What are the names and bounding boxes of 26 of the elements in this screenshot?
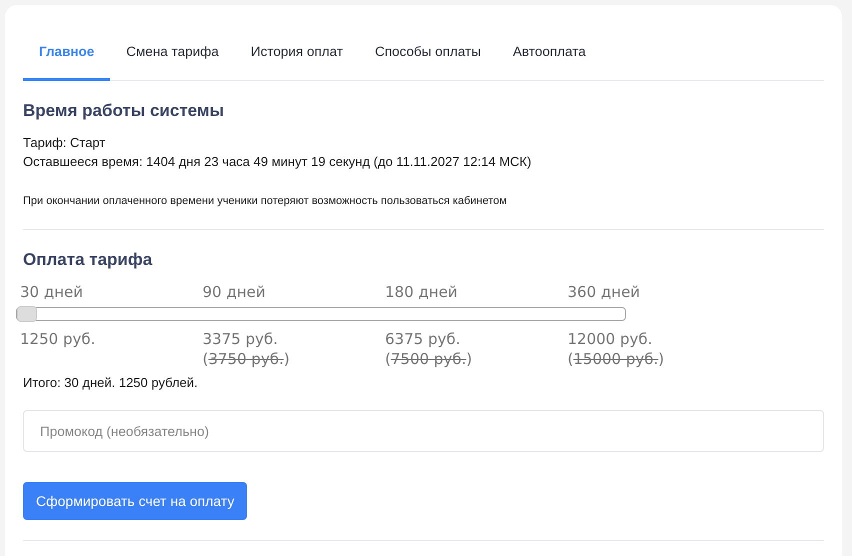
price-label: 12000 руб. <box>568 329 654 349</box>
period-label: 180 дней <box>385 282 459 302</box>
promo-code-field[interactable]: Промокод (необязательно) <box>23 410 824 452</box>
slider-thumb[interactable] <box>17 306 37 322</box>
tab[interactable]: История оплат <box>234 28 359 81</box>
period-label: 30 дней <box>20 282 84 302</box>
old-price-label: (7500 руб.) <box>385 349 474 369</box>
section-title: Время работы системы <box>23 101 225 121</box>
section-title: Оплата тарифа <box>23 250 154 270</box>
tab[interactable]: Способы оплаты <box>358 28 497 81</box>
period-label: 90 дней <box>202 282 267 302</box>
price-label: 3375 руб. <box>202 329 279 349</box>
tab[interactable]: Автооплата <box>496 28 602 81</box>
note-text: При окончании оплаченного времени ученики потеряют возможность пользоваться кабинетом <box>23 195 508 207</box>
period-label: 360 дней <box>568 282 642 302</box>
create-invoice-button[interactable]: Сформировать счет на оплату <box>23 482 248 520</box>
price-label: 6375 руб. <box>385 329 462 349</box>
old-price-label: (15000 руб.) <box>568 349 666 369</box>
tab[interactable]: Смена тарифа <box>110 28 235 81</box>
total-text: Итого: 30 дней. 1250 рублей. <box>23 375 199 390</box>
remaining-time-text: Оставшееся время: 1404 дня 23 часа 49 минут 19 секунд (до 11.11.2027 12:14 МСК) <box>23 153 532 171</box>
tab[interactable]: Главное <box>23 28 110 81</box>
tariff-text: Тариф: Старт <box>23 134 106 152</box>
old-price-label: (3750 руб.) <box>202 349 291 369</box>
period-slider[interactable] <box>16 307 626 321</box>
price-label: 1250 руб. <box>20 329 96 349</box>
